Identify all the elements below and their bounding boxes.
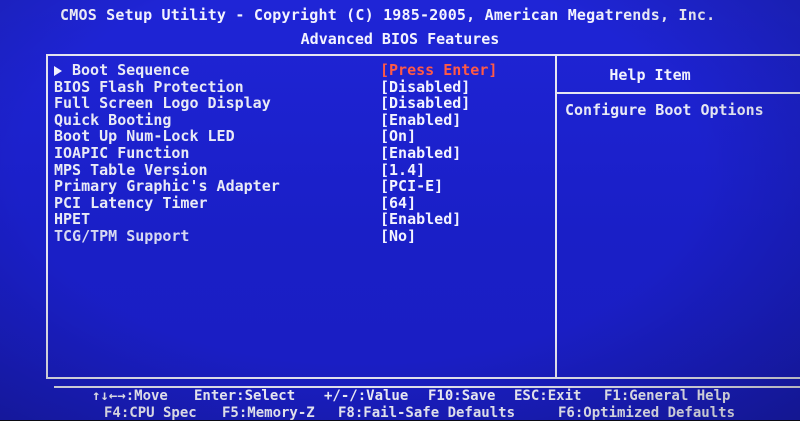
key-legend: ↑↓←→:Move Enter:Select +/-/:Value F10:Sa… (54, 386, 800, 421)
setting-value[interactable]: [No] (380, 228, 416, 244)
setting-label: Boot Sequence (54, 62, 189, 78)
setting-pci-latency-timer[interactable]: PCI Latency Timer [64] (54, 195, 554, 212)
setting-label: PCI Latency Timer (54, 193, 208, 212)
key-hint-f8: F8:Fail-Safe Defaults (338, 405, 516, 421)
setting-label: HPET (54, 210, 91, 229)
key-hint-value: +/-/:Value (324, 388, 409, 404)
setting-value[interactable]: [Enabled] (380, 145, 461, 161)
settings-list: Boot Sequence [Press Enter] BIOS Flash P… (54, 62, 554, 245)
key-hint-f10: F10:Save (428, 388, 496, 404)
panel-divider (555, 54, 557, 379)
setting-label: TCG/TPM Support (54, 226, 190, 245)
window-title: CMOS Setup Utility - Copyright (C) 1985-… (60, 6, 716, 24)
help-title: Help Item (609, 66, 691, 84)
setting-boot-up-num-lock-led[interactable]: Boot Up Num-Lock LED [On] (54, 128, 554, 145)
setting-value[interactable]: [Enabled] (380, 211, 461, 227)
setting-value[interactable]: [Disabled] (380, 95, 470, 111)
setting-value[interactable]: [64] (380, 195, 416, 211)
help-separator (557, 92, 800, 94)
setting-label: IOAPIC Function (54, 143, 190, 162)
setting-mps-table-version[interactable]: MPS Table Version [1.4] (54, 162, 554, 179)
setting-label: MPS Table Version (54, 160, 208, 179)
key-hint-f1: F1:General Help (604, 388, 731, 404)
setting-value[interactable]: [1.4] (380, 162, 425, 178)
setting-primary-graphics-adapter[interactable]: Primary Graphic's Adapter [PCI-E] (54, 178, 554, 195)
page-title: Advanced BIOS Features (300, 30, 500, 48)
setting-tcg-tpm-support[interactable]: TCG/TPM Support [No] (54, 228, 554, 245)
key-hint-f4: F4:CPU Spec (104, 405, 197, 421)
key-hint-enter: Enter:Select (194, 388, 296, 404)
setting-value[interactable]: [Enabled] (380, 112, 461, 128)
setting-value[interactable]: [Disabled] (380, 79, 470, 95)
setting-bios-flash-protection[interactable]: BIOS Flash Protection [Disabled] (54, 79, 554, 96)
help-text: Configure Boot Options (565, 101, 764, 119)
setting-full-screen-logo-display[interactable]: Full Screen Logo Display [Disabled] (54, 95, 554, 112)
key-hint-f5: F5:Memory-Z (222, 405, 315, 421)
key-hint-esc: ESC:Exit (514, 388, 582, 404)
bios-screen: CMOS Setup Utility - Copyright (C) 1985-… (0, 0, 800, 421)
setting-boot-sequence[interactable]: Boot Sequence [Press Enter] (54, 62, 554, 79)
setting-value[interactable]: [On] (380, 128, 416, 144)
setting-quick-booting[interactable]: Quick Booting [Enabled] (54, 112, 554, 129)
setting-label: Boot Up Num-Lock LED (54, 127, 235, 146)
submenu-arrow-icon (54, 65, 62, 76)
setting-ioapic-function[interactable]: IOAPIC Function [Enabled] (54, 145, 554, 162)
setting-value[interactable]: [PCI-E] (380, 178, 443, 194)
setting-label: BIOS Flash Protection (54, 77, 244, 96)
setting-label: Full Screen Logo Display (54, 94, 271, 113)
setting-hpet[interactable]: HPET [Enabled] (54, 211, 554, 228)
key-hint-move: ↑↓←→:Move (92, 388, 168, 404)
setting-value[interactable]: [Press Enter] (380, 62, 497, 78)
key-hint-f6: F6:Optimized Defaults (558, 405, 736, 421)
setting-label: Quick Booting (54, 110, 172, 129)
setting-label: Primary Graphic's Adapter (54, 177, 280, 196)
